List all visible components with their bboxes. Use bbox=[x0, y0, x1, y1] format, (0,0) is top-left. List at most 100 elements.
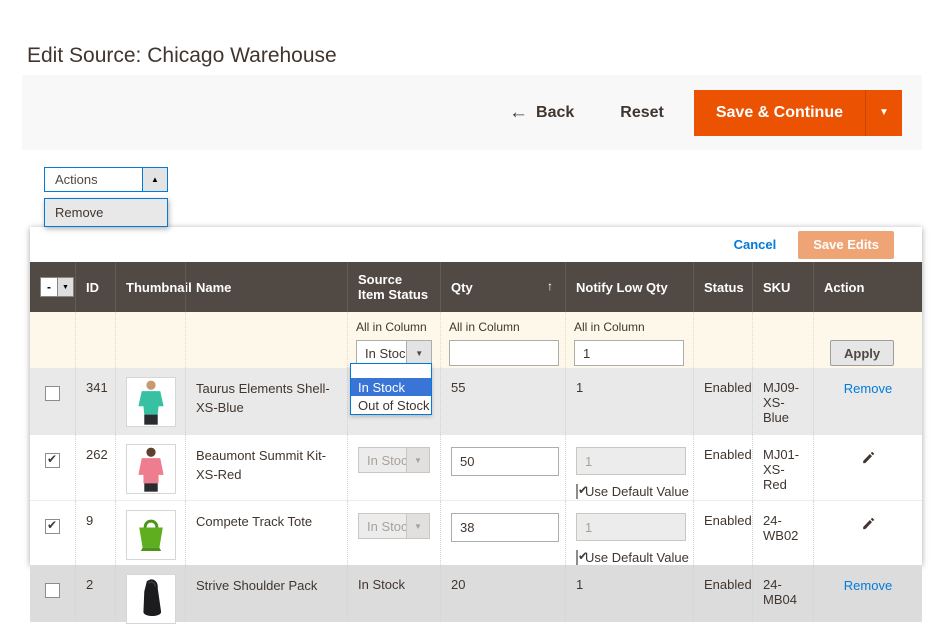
status-option-out-of-stock[interactable]: Out of Stock bbox=[351, 396, 431, 414]
use-default-label: Use Default Value bbox=[585, 550, 689, 565]
row-qty-cell bbox=[440, 435, 565, 500]
table-row: 9 Compete Track Tote In Stock ▼ bbox=[30, 500, 922, 565]
header-thumbnail[interactable]: Thumbnail bbox=[115, 262, 185, 312]
status-option-in-stock[interactable]: In Stock bbox=[351, 378, 431, 396]
row-thumbnail-cell bbox=[115, 501, 185, 565]
use-default-checkbox[interactable] bbox=[576, 484, 578, 499]
save-continue-split-button: Save & Continue ▼ bbox=[694, 90, 902, 136]
row-qty-cell bbox=[440, 501, 565, 565]
pink-hoodie-product-image bbox=[130, 446, 172, 492]
header-name[interactable]: Name bbox=[185, 262, 347, 312]
table-row: 262 Beaumont Summit Kit-XS-Red In Stock … bbox=[30, 435, 922, 500]
save-edits-button[interactable]: Save Edits bbox=[798, 231, 894, 259]
row-name-cell: Beaumont Summit Kit-XS-Red bbox=[185, 435, 347, 500]
row-select-cell bbox=[30, 501, 75, 565]
product-thumbnail bbox=[126, 377, 176, 427]
row-status-select-value: In Stock bbox=[358, 513, 407, 539]
apply-button[interactable]: Apply bbox=[830, 340, 894, 366]
use-default-value-option: Use Default Value bbox=[576, 550, 683, 565]
row-status-select-caret-icon: ▼ bbox=[407, 447, 430, 473]
green-tote-product-image bbox=[130, 514, 172, 556]
row-sku: 24-WB02 bbox=[752, 501, 813, 565]
row-select-cell bbox=[30, 435, 75, 500]
row-select-cell bbox=[30, 565, 75, 622]
edit-pencil-icon[interactable] bbox=[824, 450, 912, 465]
header-action: Action bbox=[813, 262, 922, 312]
row-source-status-cell: In Stock ▼ bbox=[347, 435, 440, 500]
black-backpack-product-image bbox=[130, 576, 172, 622]
header-sku[interactable]: SKU bbox=[752, 262, 813, 312]
row-status-select-disabled: In Stock ▼ bbox=[358, 447, 430, 473]
header-qty-label: Qty bbox=[451, 280, 473, 295]
header-source-item-status[interactable]: Source Item Status bbox=[347, 262, 440, 312]
row-checkbox[interactable] bbox=[45, 386, 60, 401]
row-sku: MJ09-XS-Blue bbox=[752, 368, 813, 435]
row-thumbnail-cell bbox=[115, 435, 185, 500]
row-status: Enabled bbox=[693, 435, 752, 500]
row-action-cell bbox=[813, 435, 922, 500]
product-thumbnail bbox=[126, 444, 176, 494]
save-continue-dropdown-toggle[interactable]: ▼ bbox=[865, 90, 902, 136]
qty-input[interactable] bbox=[451, 447, 559, 476]
row-status-select-disabled: In Stock ▼ bbox=[358, 513, 430, 539]
product-name: Taurus Elements Shell-XS-Blue bbox=[196, 381, 330, 415]
save-continue-button[interactable]: Save & Continue bbox=[694, 90, 865, 136]
row-action-cell: Remove bbox=[813, 368, 922, 435]
edit-pencil-icon[interactable] bbox=[824, 516, 912, 531]
row-notify-low-qty: 1 bbox=[565, 565, 693, 622]
row-status: Enabled bbox=[693, 565, 752, 622]
back-button[interactable]: ← Back bbox=[509, 103, 574, 122]
filter-label: All in Column bbox=[449, 320, 557, 334]
notify-low-qty-input bbox=[576, 513, 686, 541]
row-checkbox[interactable] bbox=[45, 453, 60, 468]
row-action-cell bbox=[813, 501, 922, 565]
filter-label: All in Column bbox=[356, 320, 432, 334]
filter-qty-cell: All in Column bbox=[440, 312, 565, 368]
product-thumbnail bbox=[126, 510, 176, 560]
row-checkbox[interactable] bbox=[45, 583, 60, 598]
header-notify-low-qty[interactable]: Notify Low Qty bbox=[565, 262, 693, 312]
sort-ascending-icon: ↑ bbox=[547, 279, 553, 293]
row-source-status: In Stock bbox=[347, 565, 440, 622]
remove-link[interactable]: Remove bbox=[824, 578, 912, 593]
filter-empty-cell bbox=[752, 312, 813, 368]
use-default-label: Use Default Value bbox=[585, 484, 689, 499]
table-row: 2 Strive Shoulder Pack In Stock 20 1 Ena… bbox=[30, 565, 922, 622]
qty-input[interactable] bbox=[451, 513, 559, 542]
row-select-cell bbox=[30, 368, 75, 435]
remove-link[interactable]: Remove bbox=[824, 381, 912, 396]
filter-apply-cell: Apply bbox=[813, 312, 922, 368]
header-qty[interactable]: Qty ↑ bbox=[440, 262, 565, 312]
row-thumbnail-cell bbox=[115, 368, 185, 435]
row-notify-low-qty: 1 bbox=[565, 368, 693, 435]
use-default-checkbox[interactable] bbox=[576, 550, 578, 565]
cancel-button[interactable]: Cancel bbox=[734, 237, 777, 252]
actions-collapse-toggle[interactable]: ▲ bbox=[143, 167, 168, 192]
row-name-cell: Taurus Elements Shell-XS-Blue bbox=[185, 368, 347, 435]
source-items-grid: - ▼ ID Thumbnail Name Source Item Status… bbox=[30, 262, 922, 622]
filter-qty-input[interactable] bbox=[449, 340, 559, 366]
row-id: 262 bbox=[75, 435, 115, 500]
filter-notify-input[interactable] bbox=[574, 340, 684, 366]
row-qty: 20 bbox=[440, 565, 565, 622]
product-name: Strive Shoulder Pack bbox=[196, 578, 321, 593]
reset-button[interactable]: Reset bbox=[620, 104, 664, 122]
row-checkbox[interactable] bbox=[45, 519, 60, 534]
row-sku: MJ01-XS-Red bbox=[752, 435, 813, 500]
select-all-dropdown[interactable]: - ▼ bbox=[40, 277, 74, 297]
row-qty: 55 bbox=[440, 368, 565, 435]
row-thumbnail-cell bbox=[115, 565, 185, 622]
row-status: Enabled bbox=[693, 501, 752, 565]
row-notify-cell: Use Default Value bbox=[565, 435, 693, 500]
filter-label: All in Column bbox=[574, 320, 685, 334]
status-option-blank[interactable] bbox=[351, 364, 431, 378]
header-id[interactable]: ID bbox=[75, 262, 115, 312]
row-action-cell: Remove bbox=[813, 565, 922, 622]
header-status[interactable]: Status bbox=[693, 262, 752, 312]
page-title: Edit Source: Chicago Warehouse bbox=[27, 44, 337, 68]
actions-menu-item-remove[interactable]: Remove bbox=[45, 199, 167, 226]
back-button-label: Back bbox=[536, 104, 574, 122]
page-actions-toolbar: ← Back Reset Save & Continue ▼ bbox=[22, 75, 922, 150]
actions-button[interactable]: Actions bbox=[44, 167, 143, 192]
product-name: Compete Track Tote bbox=[196, 514, 316, 529]
